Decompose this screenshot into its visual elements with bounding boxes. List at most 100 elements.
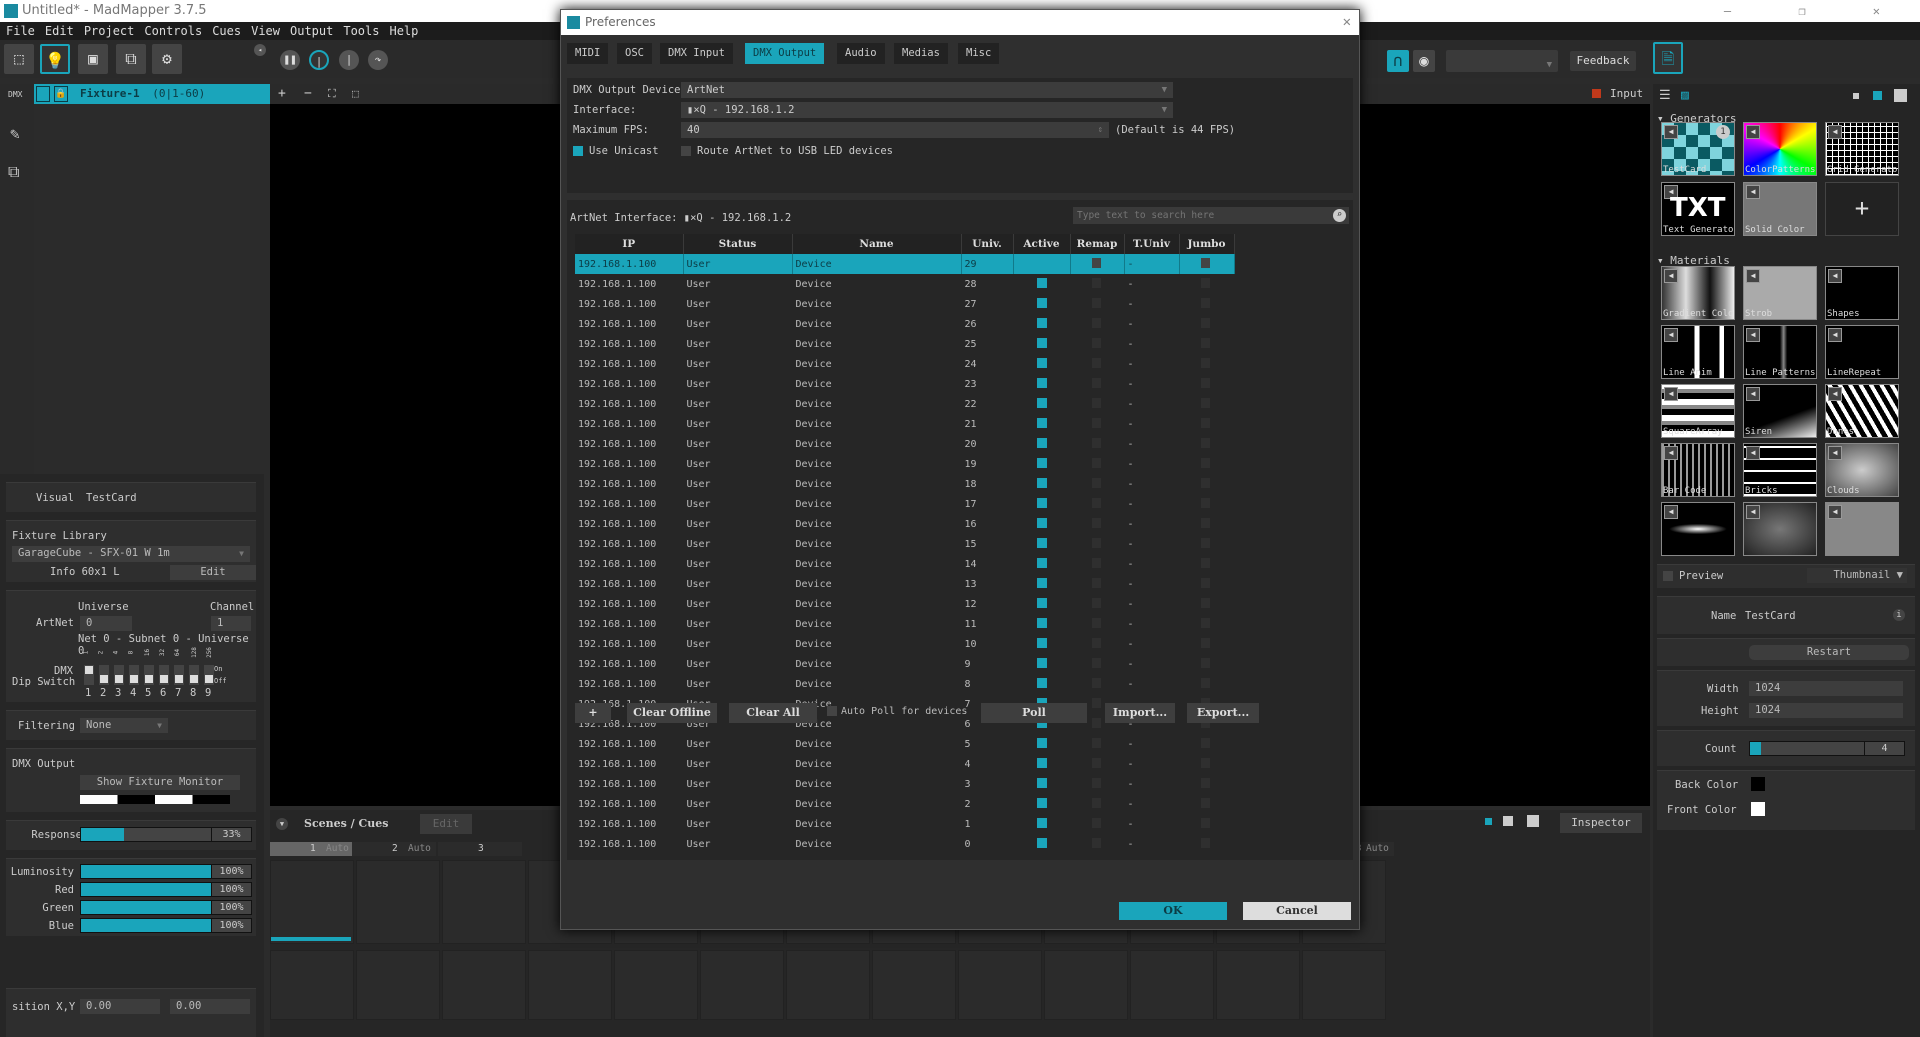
column-header-status[interactable]: Status [683,234,793,254]
fixture-row[interactable]: 🔒 Fixture-1 (0|1-60) [34,84,270,104]
device-row[interactable]: 192.168.1.100 User Device 11 - [575,614,1234,634]
generator-colorpatterns[interactable]: ◀ ColorPatterns [1743,122,1817,176]
jumbo-checkbox[interactable] [1200,377,1210,388]
size-medium-icon[interactable] [1873,91,1882,100]
magnet-icon[interactable]: ∩ [1387,50,1409,72]
device-row[interactable]: 192.168.1.100 User Device 23 - [575,374,1234,394]
loop-icon[interactable]: ↷ [368,50,388,70]
dip-switch[interactable] [159,665,169,685]
device-row[interactable]: 192.168.1.100 User Device 18 - [575,474,1234,494]
remap-checkbox[interactable] [1091,717,1101,728]
cue-column-header[interactable]: 3 [438,842,522,856]
remap-checkbox[interactable] [1091,837,1101,848]
material-thumb[interactable]: ◀ SquareArray [1661,384,1735,438]
cue-cell[interactable] [1044,950,1128,1020]
cubes-icon[interactable]: ⧉ [116,44,146,74]
cue-cell[interactable] [786,950,870,1020]
fit-icon[interactable]: ⛶ [328,87,336,101]
device-row[interactable]: 192.168.1.100 User Device 1 - [575,814,1234,834]
column-header-active[interactable]: Active [1013,234,1071,254]
slider-green[interactable]: 100% [80,900,252,915]
add-layer-icon[interactable]: ⧉ [8,162,19,182]
search-icon[interactable]: ⌕ [1333,209,1346,222]
height-spinbox[interactable]: 1024 [1749,703,1903,718]
material-thumb[interactable]: ◀ Line Anim [1661,325,1735,379]
add-generator-button[interactable]: + [1825,182,1899,236]
edit-button[interactable]: Edit [170,565,256,580]
remap-checkbox[interactable] [1091,537,1101,548]
tab-dmx-output[interactable]: DMX Output [745,43,825,64]
material-thumb[interactable]: ◀ Clouds [1825,443,1899,497]
play-icon[interactable]: ◀ [1664,125,1678,139]
lock-icon[interactable]: 🔒 [54,86,68,102]
remap-checkbox[interactable] [1091,777,1101,788]
tab-medias[interactable]: Medias [894,43,948,64]
jumbo-checkbox[interactable] [1200,477,1210,488]
active-checkbox[interactable] [1036,597,1047,608]
menu-controls[interactable]: Controls [144,24,202,38]
window-controls[interactable]: – ❐ ✕ [1724,0,1910,22]
clear-all-button[interactable]: Clear All [729,703,817,723]
cue-cell[interactable] [442,860,526,944]
material-thumb[interactable]: ◀ [1825,502,1899,556]
device-row[interactable]: 192.168.1.100 User Device 15 - [575,534,1234,554]
play-icon[interactable]: ◀ [1664,505,1678,519]
play-icon[interactable]: ◀ [1664,446,1678,460]
tab-misc[interactable]: Misc [958,43,1000,64]
dip-switch[interactable] [204,665,214,685]
cue-cell[interactable] [356,860,440,944]
zoom-in-icon[interactable]: + [278,86,286,101]
device-row[interactable]: 192.168.1.100 User Device 13 - [575,574,1234,594]
remap-checkbox[interactable] [1091,517,1101,528]
add-device-button[interactable]: + [575,703,611,723]
jumbo-checkbox[interactable] [1200,297,1210,308]
visibility-checkbox[interactable] [36,86,50,102]
active-checkbox[interactable] [1036,357,1047,368]
device-row[interactable]: 192.168.1.100 User Device 17 - [575,494,1234,514]
jumbo-checkbox[interactable] [1200,837,1210,848]
device-row[interactable]: 192.168.1.100 User Device 27 - [575,294,1234,314]
play-icon[interactable]: ◀ [1746,505,1760,519]
remap-checkbox[interactable] [1091,477,1101,488]
preview-checkbox[interactable] [1663,571,1673,581]
view-small-icon[interactable] [1485,818,1492,825]
cue-cell[interactable] [356,950,440,1020]
inspector-button[interactable]: Inspector [1560,813,1642,833]
cue-cell[interactable] [700,950,784,1020]
material-thumb[interactable]: ◀ Bricks [1743,443,1817,497]
column-header-jumbo[interactable]: Jumbo [1179,234,1235,254]
remap-checkbox[interactable] [1091,577,1101,588]
position-x-spinbox[interactable]: 0.00 [80,999,160,1014]
material-thumb[interactable]: ◀ Line Patterns [1743,325,1817,379]
column-header-univ[interactable]: Univ. [961,234,1014,254]
dip-switch[interactable] [114,665,124,685]
active-checkbox[interactable] [1036,497,1047,508]
remap-checkbox[interactable] [1091,557,1101,568]
play-icon[interactable]: ◀ [1828,328,1842,342]
jumbo-checkbox[interactable] [1200,657,1210,668]
active-checkbox[interactable] [1036,677,1047,688]
play-icon[interactable]: ◀ [1828,446,1842,460]
step-icon[interactable]: | [339,50,359,70]
active-checkbox[interactable] [1036,337,1047,348]
scenes-edit-button[interactable]: Edit [420,814,472,834]
route-usb-checkbox[interactable] [681,146,691,156]
active-checkbox[interactable] [1036,617,1047,628]
device-row[interactable]: 192.168.1.100 User Device 22 - [575,394,1234,414]
menu-help[interactable]: Help [389,24,418,38]
device-row[interactable]: 192.168.1.100 User Device 2 - [575,794,1234,814]
play-icon[interactable]: ◀ [1746,125,1760,139]
cue-column-header[interactable]: 1 Auto [270,842,354,856]
active-checkbox[interactable] [1036,317,1047,328]
dip-switch[interactable] [174,665,184,685]
jumbo-checkbox[interactable] [1200,637,1210,648]
slider-blue[interactable]: 100% [80,918,252,933]
device-row[interactable]: 192.168.1.100 User Device 26 - [575,314,1234,334]
clear-offline-button[interactable]: Clear Offline [627,703,717,723]
active-checkbox[interactable] [1036,577,1047,588]
column-header-remap[interactable]: Remap [1070,234,1125,254]
tab-midi[interactable]: MIDI [567,43,609,64]
generator-grid-generator[interactable]: ◀ Grid Generator [1825,122,1899,176]
device-row[interactable]: 192.168.1.100 User Device 5 - [575,734,1234,754]
play-icon[interactable]: ◀ [1664,328,1678,342]
